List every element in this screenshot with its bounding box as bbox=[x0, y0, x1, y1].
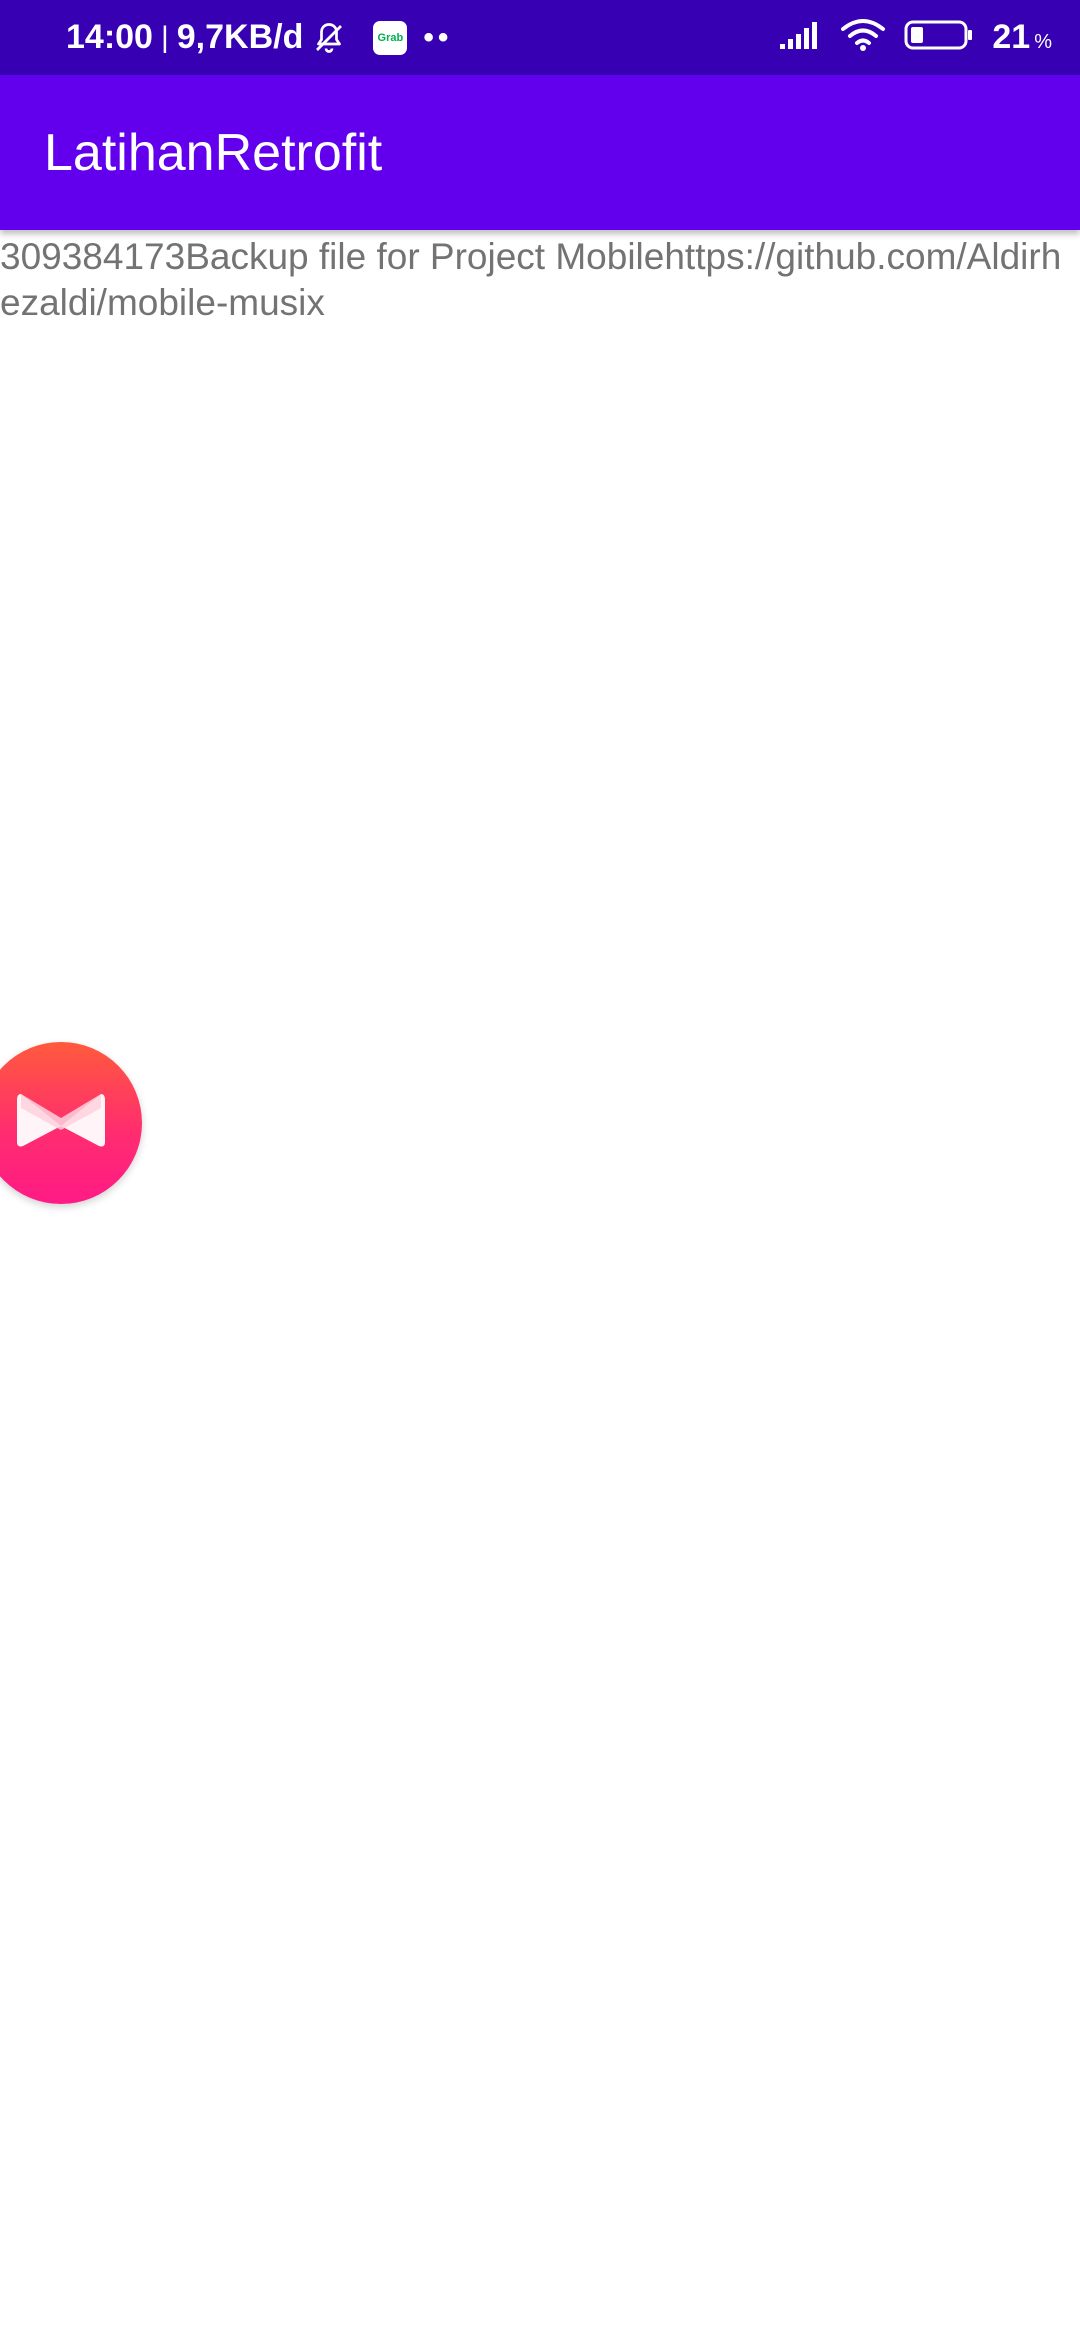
musixmatch-icon bbox=[15, 1088, 107, 1159]
wifi-icon bbox=[840, 18, 886, 57]
status-separator: | bbox=[160, 20, 169, 54]
status-right: 21% bbox=[778, 0, 1052, 75]
repo-info-text: 309384173Backup file for Project Mobileh… bbox=[0, 236, 1062, 323]
battery-unit: % bbox=[1034, 31, 1052, 53]
grab-app-icon: Grab bbox=[373, 20, 408, 55]
battery-icon bbox=[904, 19, 974, 56]
data-speed: 9,7KB/d bbox=[176, 18, 304, 56]
musixmatch-floating-bubble[interactable] bbox=[0, 1042, 142, 1204]
status-time: 14:00 bbox=[66, 18, 153, 56]
mute-notifications-icon bbox=[311, 20, 347, 56]
app-bar: LatihanRetrofit bbox=[0, 75, 1080, 230]
app-title: LatihanRetrofit bbox=[44, 123, 383, 182]
battery-level: 21% bbox=[992, 18, 1052, 57]
more-notifications-icon: •• bbox=[423, 20, 453, 54]
signal-icon bbox=[778, 20, 822, 55]
battery-level-value: 21 bbox=[992, 18, 1031, 56]
status-left: 14:00 | 9,7KB/d Grab •• bbox=[66, 0, 452, 75]
status-bar: 14:00 | 9,7KB/d Grab •• 21 % bbox=[0, 0, 1080, 75]
